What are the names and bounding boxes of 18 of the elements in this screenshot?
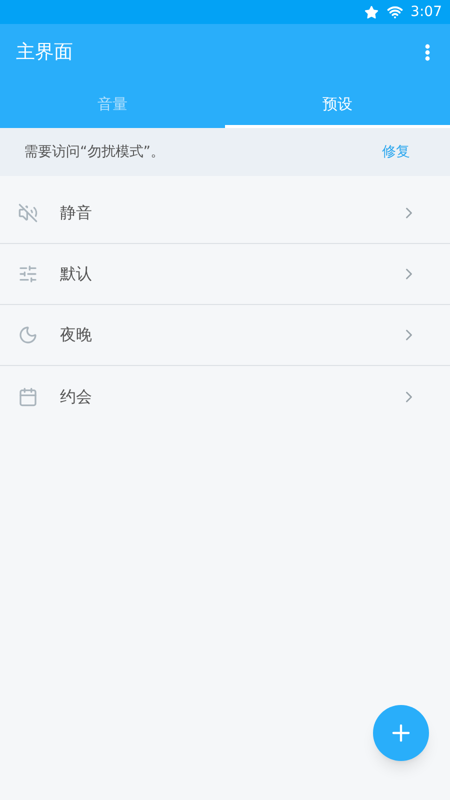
preset-row[interactable]: 默认 [0,244,450,305]
moon-icon [18,325,38,345]
preset-row[interactable]: 静音 [0,183,450,244]
preset-row[interactable]: 约会 [0,366,450,427]
more-options-icon [425,44,430,60]
preset-row[interactable]: 夜晚 [0,305,450,366]
notice-message: 需要访问“勿扰模式”。 [24,142,165,162]
preset-label: 约会 [60,386,93,408]
star-icon [364,4,379,20]
preset-label: 默认 [60,263,93,285]
app-title: 主界面 [16,40,73,65]
wifi-icon [386,4,403,20]
preset-label: 静音 [60,202,93,224]
speaker-off-icon [18,203,38,223]
calendar-icon [18,386,38,406]
preset-label: 夜晚 [60,324,93,346]
sliders-icon [18,264,38,284]
status-time: 3:07 [410,2,442,22]
